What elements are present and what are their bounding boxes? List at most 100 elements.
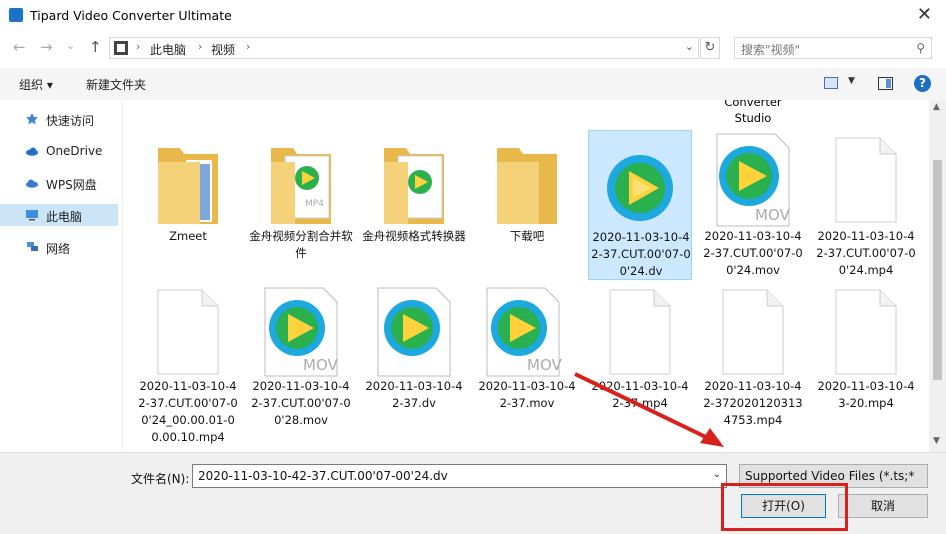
folder-icon: MP4	[271, 148, 331, 224]
file-tile-zmeet[interactable]: Zmeet	[136, 130, 240, 280]
sidebar-item-onedrive[interactable]: OneDrive	[0, 140, 118, 162]
sidebar-item-quick-access[interactable]: 快速访问	[0, 108, 118, 130]
breadcrumb-separator: ›	[136, 40, 141, 53]
file-tile-downloads[interactable]: 下载吧	[475, 130, 579, 280]
sidebar-item-label: 网络	[46, 242, 71, 256]
window-title: Tipard Video Converter Ultimate	[30, 8, 232, 23]
file-name: 2020-11-03-10-42-37.CUT.00'07-00'28.mov	[251, 379, 351, 427]
folder-icon	[497, 148, 557, 224]
file-name: 2020-11-03-10-42-37.mov	[478, 379, 576, 410]
file-name: 下载吧	[509, 229, 545, 243]
file-tile-mov-2[interactable]: MOV 2020-11-03-10-42-37.mov	[475, 287, 579, 438]
scrollbar-thumb[interactable]	[933, 160, 942, 380]
file-tile-mp4-4[interactable]: 2020-11-03-10-43-20.mp4	[814, 288, 918, 438]
search-input[interactable]: 搜索"视频" ⚲	[734, 37, 932, 59]
file-name: 2020-11-03-10-42-37.dv	[365, 379, 463, 410]
view-mode-icon[interactable]	[824, 77, 838, 89]
chevron-down-icon[interactable]: ⌄	[685, 40, 694, 53]
scroll-down-icon[interactable]: ▼	[933, 436, 940, 446]
filename-label: 文件名(N):	[131, 472, 190, 486]
file-tile-jinzhou-converter[interactable]: 金舟视频格式转换器	[362, 130, 466, 280]
file-name: 2020-11-03-10-43-20.mp4	[817, 379, 915, 410]
close-icon[interactable]: ✕	[917, 4, 932, 25]
recent-locations-icon[interactable]: ⌄	[66, 39, 75, 52]
svg-text:MP4: MP4	[305, 199, 324, 209]
organize-button[interactable]: 组织 ▾	[19, 76, 53, 93]
highlight-box	[721, 483, 848, 531]
file-name: 2020-11-03-10-42-3720201203134753.mp4	[703, 379, 803, 427]
sidebar-item-label: 快速访问	[46, 114, 95, 128]
file-tile-dv[interactable]: 2020-11-03-10-42-37.dv	[362, 287, 466, 438]
computer-icon	[26, 210, 38, 221]
blank-file-icon	[835, 289, 897, 375]
file-list-view: Converter Studio Zmeet MP4 金舟视频分割合并软件 金舟…	[123, 100, 929, 452]
breadcrumb-this-pc[interactable]: 此电脑	[150, 41, 186, 58]
cloud-icon	[26, 147, 38, 156]
sidebar-item-network[interactable]: 网络	[0, 236, 118, 258]
file-tile-mov-28[interactable]: MOV 2020-11-03-10-42-37.CUT.00'07-00'28.…	[249, 287, 353, 438]
cancel-button[interactable]: 取消	[838, 494, 928, 518]
search-icon[interactable]: ⚲	[916, 41, 925, 55]
folder-icon	[384, 148, 444, 224]
video-folder-icon	[114, 41, 128, 55]
svg-text:MOV: MOV	[527, 356, 562, 374]
video-file-icon: MOV	[716, 133, 790, 227]
blank-file-icon	[835, 137, 897, 223]
preview-pane-icon[interactable]	[878, 77, 893, 90]
file-tile-selected-dv[interactable]: 2020-11-03-10-42-37.CUT.00'07-00'24.dv	[588, 130, 692, 280]
file-tile-mp4-3[interactable]: 2020-11-03-10-42-3720201203134753.mp4	[701, 288, 805, 438]
breadcrumb-separator: ›	[246, 40, 251, 53]
filename-value: 2020-11-03-10-42-37.CUT.00'07-00'24.dv	[198, 469, 448, 483]
svg-text:MOV: MOV	[755, 206, 790, 224]
navigation-pane: 快速访问 OneDrive WPS网盘 此电脑 网络	[0, 100, 123, 452]
network-icon	[27, 242, 38, 251]
app-icon	[9, 8, 23, 22]
video-file-icon: MOV	[264, 287, 338, 377]
title-bar: Tipard Video Converter Ultimate ✕	[0, 0, 946, 31]
forward-arrow-icon[interactable]: →	[40, 38, 53, 56]
video-file-icon	[607, 155, 673, 221]
blank-file-icon	[157, 289, 219, 375]
new-folder-button[interactable]: 新建文件夹	[86, 76, 146, 93]
file-tile-mov[interactable]: MOV 2020-11-03-10-42-37.CUT.00'07-00'24.…	[701, 130, 805, 280]
file-tile-mp4-2[interactable]: 2020-11-03-10-42-37.mp4	[588, 288, 692, 438]
video-file-icon: MOV	[486, 287, 562, 377]
file-type-value: Supported Video Files (*.ts;*	[745, 469, 915, 483]
chevron-down-icon[interactable]: ⌄	[713, 469, 721, 480]
sidebar-item-this-pc[interactable]: 此电脑	[0, 204, 118, 226]
file-name: 2020-11-03-10-42-37.mp4	[591, 379, 689, 410]
refresh-icon[interactable]: ↻	[700, 37, 720, 59]
filename-input[interactable]: 2020-11-03-10-42-37.CUT.00'07-00'24.dv ⌄	[192, 464, 727, 488]
svg-text:MOV: MOV	[303, 356, 338, 374]
file-name: 金舟视频分割合并软件	[249, 229, 353, 260]
folder-icon	[158, 148, 218, 224]
back-arrow-icon[interactable]: ←	[13, 38, 26, 56]
file-name: 2020-11-03-10-42-37.CUT.00'07-00'24.mp4	[816, 229, 916, 277]
file-name: 2020-11-03-10-42-37.CUT.00'07-00'24.dv	[591, 230, 691, 278]
view-dropdown-icon[interactable]: ▼	[848, 76, 855, 86]
blank-file-icon	[609, 289, 671, 375]
file-name: 2020-11-03-10-42-37.CUT.00'07-00'24.mov	[703, 229, 803, 277]
overflow-item-label: Converter Studio	[724, 100, 782, 125]
help-icon[interactable]: ?	[914, 75, 931, 92]
up-arrow-icon[interactable]: ↑	[89, 38, 102, 56]
file-name: 2020-11-03-10-42-37.CUT.00'07-00'24_00.0…	[138, 379, 238, 444]
blank-file-icon	[722, 289, 784, 375]
file-name: 金舟视频格式转换器	[362, 229, 466, 243]
breadcrumb-separator: ›	[198, 40, 203, 53]
file-name: Zmeet	[169, 229, 207, 243]
file-tile-jinzhou-splitter[interactable]: MP4 金舟视频分割合并软件	[249, 130, 353, 280]
file-tile-mp4[interactable]: 2020-11-03-10-42-37.CUT.00'07-00'24.mp4	[814, 130, 918, 280]
star-icon	[26, 113, 38, 125]
address-bar[interactable]: › 此电脑 › 视频 › ⌄	[109, 37, 699, 59]
sidebar-item-label: OneDrive	[46, 144, 103, 158]
sidebar-item-label: 此电脑	[46, 210, 83, 224]
breadcrumb-videos[interactable]: 视频	[211, 41, 235, 58]
file-tile-mp4-clip[interactable]: 2020-11-03-10-42-37.CUT.00'07-00'24_00.0…	[136, 288, 240, 444]
command-toolbar: 组织 ▾ 新建文件夹	[0, 68, 946, 101]
vertical-scrollbar[interactable]: ▲ ▼	[929, 100, 946, 452]
search-placeholder: 搜索"视频"	[741, 43, 801, 57]
sidebar-item-label: WPS网盘	[46, 178, 97, 192]
scroll-up-icon[interactable]: ▲	[933, 102, 940, 112]
sidebar-item-wps-drive[interactable]: WPS网盘	[0, 172, 118, 194]
